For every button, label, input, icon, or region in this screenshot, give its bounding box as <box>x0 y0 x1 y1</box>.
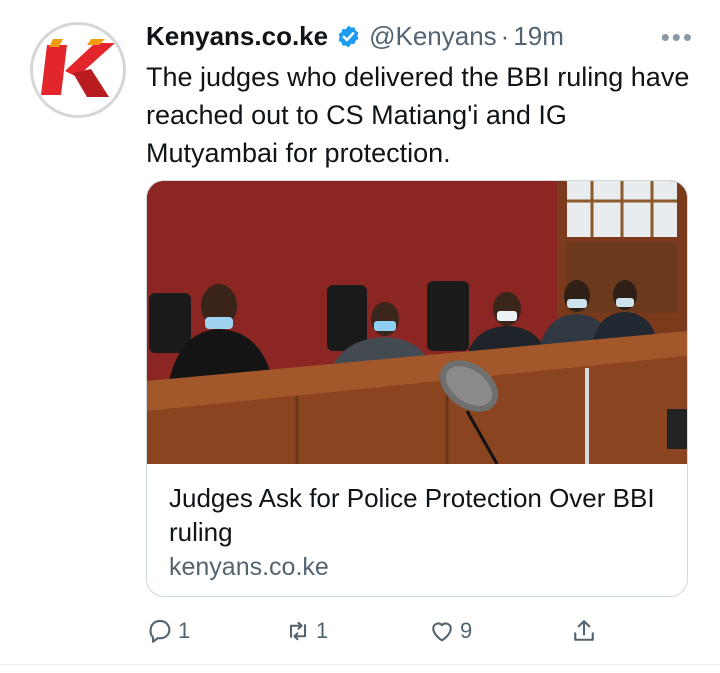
reply-icon <box>149 620 171 643</box>
retweet-icon <box>289 621 307 641</box>
courtroom-judges-photo <box>147 181 687 464</box>
retweet-button[interactable]: 1 <box>284 614 328 648</box>
share-button[interactable] <box>570 614 598 648</box>
tweet-header: Kenyans.co.ke @Kenyans · 19m <box>146 18 564 54</box>
tweet[interactable]: Kenyans.co.ke @Kenyans · 19m ••• The jud… <box>0 0 720 673</box>
kenyans-k-logo-icon <box>34 26 122 114</box>
tweet-divider <box>0 664 720 665</box>
link-card[interactable]: Judges Ask for Police Protection Over BB… <box>146 180 688 597</box>
reply-button[interactable]: 1 <box>146 614 190 648</box>
author-name[interactable]: Kenyans.co.ke <box>146 21 328 52</box>
kenyans-avatar[interactable] <box>30 22 126 118</box>
verified-badge-icon <box>338 25 359 47</box>
separator-dot: · <box>500 20 510 51</box>
reply-count: 1 <box>178 618 191 643</box>
heart-icon <box>432 622 452 642</box>
tweet-timestamp[interactable]: 19m <box>513 21 564 52</box>
tweet-actions: 1 1 9 <box>146 614 606 648</box>
share-icon <box>574 620 594 641</box>
more-options-icon[interactable]: ••• <box>661 22 694 53</box>
like-count: 9 <box>460 618 473 643</box>
retweet-count: 1 <box>316 618 329 643</box>
tweet-text: The judges who delivered the BBI ruling … <box>146 62 690 168</box>
card-domain: kenyans.co.ke <box>169 553 329 581</box>
author-handle[interactable]: @Kenyans <box>369 21 497 52</box>
like-button[interactable]: 9 <box>428 614 472 648</box>
card-title[interactable]: Judges Ask for Police Protection Over BB… <box>169 481 669 549</box>
